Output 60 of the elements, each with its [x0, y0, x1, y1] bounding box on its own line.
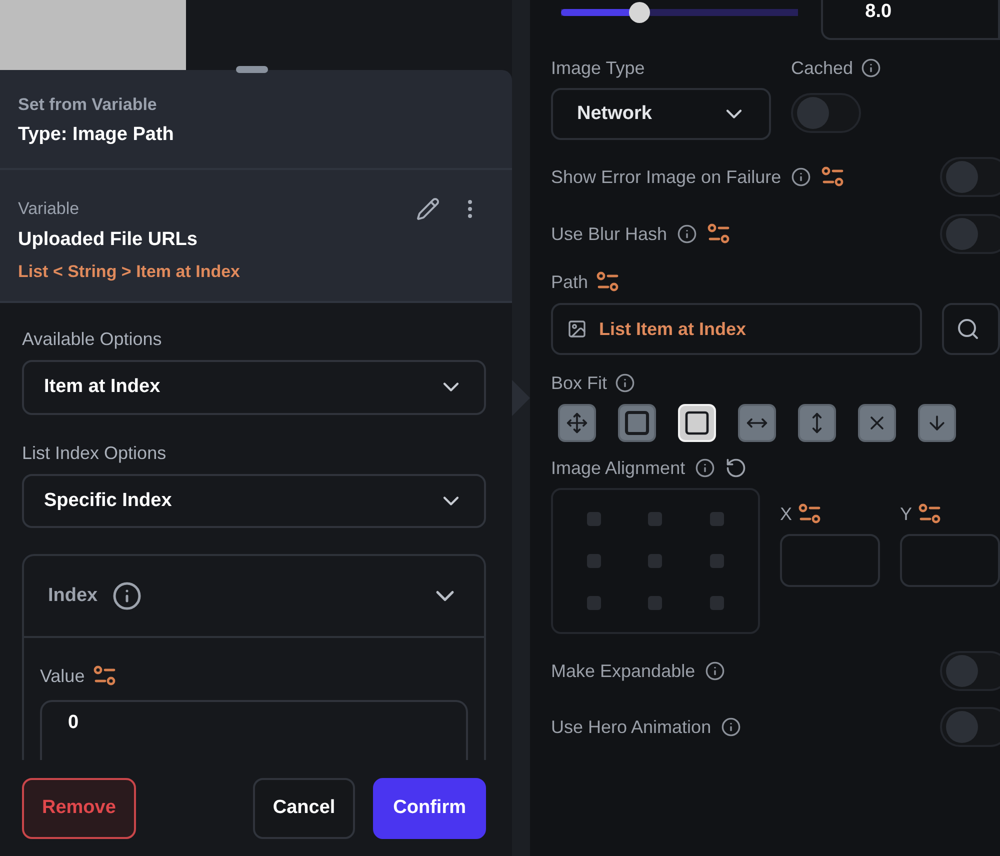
pencil-icon[interactable] — [416, 197, 440, 221]
field-label: Image Alignment — [551, 457, 686, 480]
search-icon — [956, 317, 980, 341]
toggle-switch[interactable] — [791, 93, 861, 133]
section-title: Index — [48, 585, 98, 607]
number-field[interactable]: 8.0 — [821, 0, 1000, 40]
option-label: Make Expandable — [551, 660, 696, 683]
toggle-switch[interactable] — [940, 214, 1000, 254]
variable-bind-icon[interactable] — [798, 503, 822, 525]
field-label: Cached — [791, 57, 854, 80]
image-icon — [567, 319, 587, 339]
field-label: Available Options — [22, 328, 163, 351]
field-label: Path — [551, 271, 588, 294]
info-icon — [695, 458, 716, 478]
variable-name: Uploaded File URLs — [18, 228, 198, 252]
popup-title: Type: Image Path — [18, 123, 175, 147]
variable-path: List < String > Item at Index — [18, 261, 241, 283]
x-input[interactable] — [780, 534, 880, 587]
option-label: Show Error Image on Failure — [551, 166, 782, 189]
variable-bind-icon[interactable] — [821, 166, 846, 188]
toggle-switch[interactable] — [940, 157, 1000, 197]
variable-label: Variable — [18, 198, 80, 220]
info-icon — [721, 717, 742, 737]
field-label: Box Fit — [551, 372, 608, 395]
dialog-button[interactable]: Cancel — [252, 778, 356, 838]
toggle-switch[interactable] — [940, 707, 1000, 747]
field-label: Image Type — [551, 57, 646, 80]
image-type-dropdown[interactable]: Network — [551, 88, 771, 140]
dropdown[interactable]: Item at Index — [22, 360, 486, 414]
dialog-button[interactable]: Remove — [22, 778, 136, 838]
variable-bind-icon[interactable] — [707, 223, 732, 245]
variable-bind-icon[interactable] — [596, 271, 620, 293]
slider-thumb[interactable] — [629, 2, 650, 23]
toggle-switch[interactable] — [940, 651, 1000, 691]
option-label: Use Hero Animation — [551, 716, 712, 739]
info-icon — [791, 167, 812, 187]
info-icon — [705, 661, 726, 681]
reset-icon[interactable] — [725, 457, 748, 479]
path-field[interactable]: List Item at Index — [551, 303, 922, 355]
field-label: Y — [900, 503, 912, 526]
move-arrows-icon — [566, 412, 588, 434]
drag-handle[interactable] — [236, 66, 268, 73]
option-label: Use Blur Hash — [551, 223, 668, 246]
info-icon — [615, 373, 636, 393]
field-label: X — [780, 503, 792, 526]
field-label: List Index Options — [22, 442, 168, 464]
search-button[interactable] — [942, 303, 1000, 355]
square-icon — [683, 409, 711, 437]
accordion-header[interactable]: Index — [24, 556, 484, 638]
variable-bind-icon[interactable] — [918, 503, 942, 525]
popup-subtitle: Set from Variable — [18, 94, 158, 116]
square-icon — [623, 409, 651, 437]
info-icon — [861, 58, 882, 78]
variable-bind-icon[interactable] — [92, 665, 117, 687]
info-icon — [112, 581, 142, 611]
value-label: Value — [40, 665, 85, 688]
y-input[interactable] — [900, 534, 1000, 587]
dropdown[interactable]: Specific Index — [22, 474, 486, 528]
info-icon — [677, 224, 698, 244]
dialog-button[interactable]: Confirm — [373, 778, 486, 838]
